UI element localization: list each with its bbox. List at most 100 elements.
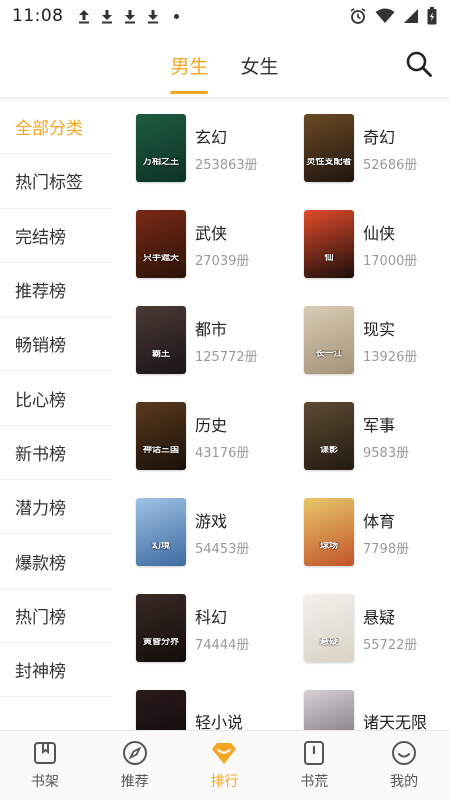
wifi-icon	[375, 8, 395, 23]
search-icon	[406, 51, 432, 77]
category-meta: 轻小说	[195, 709, 243, 730]
download-icon	[101, 10, 112, 24]
cover-title: 仙	[324, 254, 334, 263]
book-icon	[300, 739, 328, 767]
category-book-count: 43176册	[195, 445, 250, 461]
compass-icon	[121, 739, 149, 767]
tab-male-label: 男生	[170, 55, 209, 78]
category-name: 诸天无限	[363, 713, 428, 730]
category-item[interactable]: 只手遮天 武侠 27039册	[112, 196, 280, 292]
alarm-icon	[350, 8, 366, 24]
book-cover-image: 只手遮天	[136, 210, 186, 278]
sidebar-item-label: 完结榜	[15, 227, 66, 248]
category-name: 体育	[363, 511, 396, 531]
category-name: 科幻	[195, 607, 228, 627]
more-notifications-dot	[173, 13, 179, 19]
sidebar-item[interactable]: 热门标签	[0, 154, 112, 209]
status-bar: 11:08	[0, 0, 449, 32]
cover-title: 球场	[319, 542, 338, 551]
cover-title: 灵性支配者	[306, 158, 352, 167]
battery-icon	[427, 7, 437, 25]
category-name: 军事	[363, 415, 396, 435]
category-meta: 武侠 27039册	[195, 220, 249, 269]
category-item[interactable]: 长一江 现实 13926册	[280, 292, 448, 388]
sidebar-item[interactable]: 热门榜	[0, 589, 112, 643]
category-name: 奇幻	[363, 127, 396, 147]
tab-male[interactable]: 男生	[154, 32, 224, 98]
sidebar-item-label: 潜力榜	[15, 499, 66, 520]
bottom-navigation: 书架 推荐 排行 书荒 我的	[0, 730, 449, 800]
category-item[interactable]: 仙 仙侠 17000册	[280, 196, 448, 292]
category-name: 历史	[195, 415, 228, 435]
status-time: 11:08	[12, 6, 64, 26]
tab-female[interactable]: 女生	[225, 32, 295, 98]
sidebar-item-label: 全部分类	[15, 119, 83, 140]
category-book-count: 17000册	[363, 253, 418, 269]
category-item[interactable]: 谍影 军事 9583册	[280, 388, 448, 484]
sidebar-item[interactable]: 封神榜	[0, 643, 112, 698]
category-meta: 体育 7798册	[363, 508, 409, 557]
sidebar-item[interactable]: 比心榜	[0, 371, 112, 426]
category-name: 悬疑	[363, 607, 396, 627]
sidebar-item-label: 热门榜	[15, 607, 66, 628]
sidebar-item[interactable]: 新书榜	[0, 426, 112, 481]
category-meta: 奇幻 52686册	[363, 124, 417, 173]
sidebar-item-label: 比心榜	[15, 390, 66, 411]
bottom-nav-smiley[interactable]: 我的	[359, 731, 449, 800]
category-item[interactable]: 神话三国 历史 43176册	[112, 388, 280, 484]
category-name: 仙侠	[363, 223, 396, 243]
book-cover-image: 神话三国	[136, 402, 186, 470]
category-name: 都市	[195, 319, 228, 339]
category-name: 游戏	[195, 511, 228, 531]
ranking-sidebar: 全部分类热门标签完结榜推荐榜畅销榜比心榜新书榜潜力榜爆款榜热门榜封神榜	[0, 100, 112, 698]
category-item[interactable]: 轻小说	[112, 676, 280, 730]
cover-title: 万相之王	[142, 158, 179, 167]
sidebar-item[interactable]: 爆款榜	[0, 534, 112, 589]
category-meta: 都市 125772册	[195, 316, 258, 365]
bottom-nav-label: 排行	[210, 774, 239, 790]
system-icons	[349, 7, 437, 25]
bottom-nav-compass[interactable]: 推荐	[90, 731, 180, 800]
sidebar-item[interactable]: 推荐榜	[0, 263, 112, 318]
category-meta: 游戏 54453册	[195, 508, 249, 557]
category-name: 现实	[363, 319, 396, 339]
category-item[interactable]: 黄昏分界 科幻 74444册	[112, 580, 280, 676]
bottom-nav-bookshelf[interactable]: 书架	[0, 731, 90, 800]
book-cover-image: 谍影	[304, 402, 354, 470]
category-meta: 科幻 74444册	[195, 604, 249, 653]
sidebar-item-label: 爆款榜	[15, 553, 66, 574]
sidebar-item[interactable]: 潜力榜	[0, 480, 112, 535]
category-item[interactable]: 幻境 游戏 54453册	[112, 484, 280, 580]
category-meta: 诸天无限	[363, 709, 427, 730]
cover-title: 长一江	[315, 350, 343, 359]
category-book-count: 52686册	[363, 157, 418, 173]
sidebar-item[interactable]: 全部分类	[0, 100, 112, 155]
category-item[interactable]: 球场 体育 7798册	[280, 484, 448, 580]
sidebar-item[interactable]: 完结榜	[0, 209, 112, 263]
tab-female-label: 女生	[240, 55, 279, 78]
sidebar-item[interactable]: 畅销榜	[0, 317, 112, 372]
cover-title: 霸王	[151, 350, 170, 359]
category-book-count: 74444册	[195, 637, 250, 653]
sidebar-item-label: 推荐榜	[15, 282, 66, 303]
category-name: 轻小说	[195, 713, 244, 730]
cover-title: 悬疑	[319, 638, 338, 647]
upload-icon	[78, 10, 89, 24]
download-icon	[147, 10, 158, 24]
search-button[interactable]	[405, 50, 433, 78]
category-book-count: 7798册	[363, 541, 410, 557]
notification-icons	[78, 8, 179, 24]
bottom-nav-book[interactable]: 书荒	[269, 731, 359, 800]
category-meta: 历史 43176册	[195, 412, 249, 461]
category-meta: 悬疑 55722册	[363, 604, 417, 653]
smiley-icon	[390, 739, 418, 767]
category-item[interactable]: 诸天无限	[280, 676, 448, 730]
bottom-nav-ranking-diamond[interactable]: 排行	[180, 731, 270, 800]
category-item[interactable]: 悬疑 悬疑 55722册	[280, 580, 448, 676]
book-cover-image	[136, 690, 186, 730]
category-item[interactable]: 霸王 都市 125772册	[112, 292, 280, 388]
book-cover-image: 黄昏分界	[136, 594, 186, 662]
category-item[interactable]: 灵性支配者 奇幻 52686册	[280, 100, 448, 196]
category-item[interactable]: 万相之王 玄幻 253863册	[112, 100, 280, 196]
category-grid: 万相之王 玄幻 253863册 灵性支配者 奇幻 52686册 只手遮天 武侠 27039册仙仙…	[112, 100, 449, 730]
